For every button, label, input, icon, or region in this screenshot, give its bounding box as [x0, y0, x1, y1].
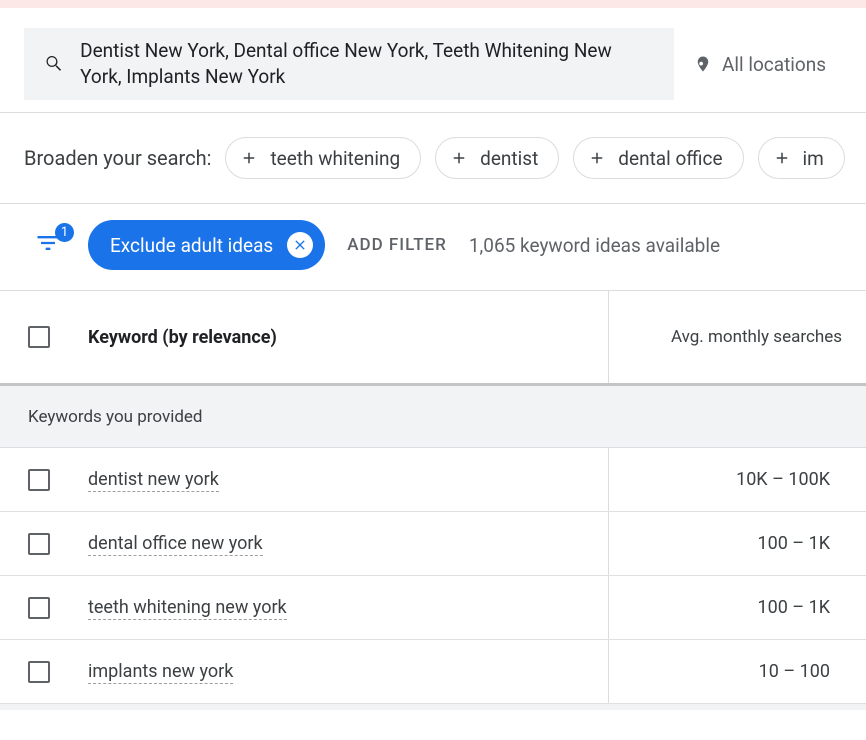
table-row: teeth whitening new york 100 – 1K [0, 576, 866, 640]
header-keyword[interactable]: Keyword (by relevance) [88, 327, 608, 348]
keywords-table: Keyword (by relevance) Avg. monthly sear… [0, 291, 866, 710]
header-searches[interactable]: Avg. monthly searches [608, 291, 866, 383]
broaden-row: Broaden your search: teeth whitening den… [0, 113, 866, 203]
row-checkbox[interactable] [28, 661, 50, 683]
row-checkbox-cell [0, 597, 88, 619]
keyword-cell[interactable]: dentist new york [88, 469, 608, 490]
broaden-chip[interactable]: dentist [435, 137, 559, 179]
active-filter-label: Exclude adult ideas [110, 234, 273, 257]
plus-icon [240, 149, 258, 167]
searches-cell: 10 – 100 [608, 640, 866, 703]
location-pin-icon [694, 53, 712, 75]
table-row: implants new york 10 – 100 [0, 640, 866, 704]
broaden-label: Broaden your search: [24, 146, 211, 170]
section-label: Keywords you provided [0, 386, 866, 448]
ideas-available-text: 1,065 keyword ideas available [469, 234, 720, 257]
top-band [0, 0, 866, 8]
search-row: Dentist New York, Dental office New York… [0, 8, 866, 112]
location-selector[interactable]: All locations [694, 53, 826, 76]
table-header-row: Keyword (by relevance) Avg. monthly sear… [0, 291, 866, 383]
row-checkbox[interactable] [28, 597, 50, 619]
broaden-chip[interactable]: im [758, 137, 845, 179]
plus-icon [450, 149, 468, 167]
add-filter-button[interactable]: ADD FILTER [347, 235, 447, 255]
keyword-cell[interactable]: teeth whitening new york [88, 597, 608, 618]
keyword-cell[interactable]: dental office new york [88, 533, 608, 554]
broaden-chip[interactable]: dental office [573, 137, 743, 179]
bottom-band [0, 704, 866, 710]
plus-icon [588, 149, 606, 167]
location-label: All locations [722, 53, 826, 76]
search-box[interactable]: Dentist New York, Dental office New York… [24, 28, 674, 100]
row-checkbox[interactable] [28, 469, 50, 491]
select-all-checkbox[interactable] [28, 326, 50, 348]
filter-count-badge: 1 [55, 223, 74, 242]
active-filter-chip[interactable]: Exclude adult ideas [88, 220, 325, 270]
header-checkbox-cell [0, 326, 88, 348]
search-icon [44, 51, 64, 77]
plus-icon [773, 149, 791, 167]
remove-filter-button[interactable] [287, 232, 313, 258]
filter-row: 1 Exclude adult ideas ADD FILTER 1,065 k… [0, 204, 866, 290]
row-checkbox-cell [0, 533, 88, 555]
row-checkbox-cell [0, 661, 88, 683]
close-icon [292, 237, 308, 253]
table-row: dentist new york 10K – 100K [0, 448, 866, 512]
keyword-cell[interactable]: implants new york [88, 661, 608, 682]
searches-cell: 100 – 1K [608, 512, 866, 575]
chip-label: im [803, 147, 824, 170]
row-checkbox-cell [0, 469, 88, 491]
chip-label: dental office [618, 147, 722, 170]
broaden-chip[interactable]: teeth whitening [225, 137, 421, 179]
table-row: dental office new york 100 – 1K [0, 512, 866, 576]
chip-label: teeth whitening [270, 147, 400, 170]
searches-cell: 10K – 100K [608, 448, 866, 511]
filter-funnel-button[interactable]: 1 [34, 229, 66, 261]
row-checkbox[interactable] [28, 533, 50, 555]
chip-label: dentist [480, 147, 538, 170]
search-query-text: Dentist New York, Dental office New York… [80, 38, 654, 89]
searches-cell: 100 – 1K [608, 576, 866, 639]
